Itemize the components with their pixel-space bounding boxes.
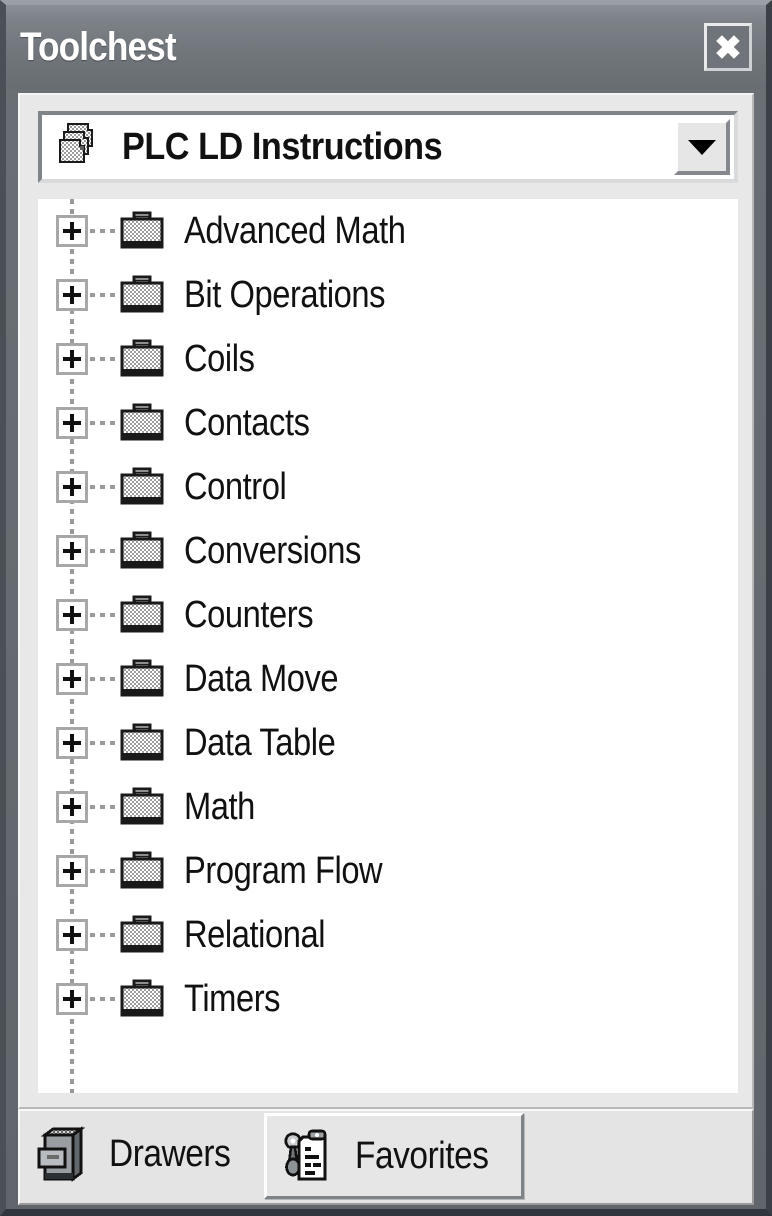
toolbox-icon xyxy=(120,915,164,953)
tab-favorites[interactable]: Favorites xyxy=(263,1113,524,1199)
tree-connector xyxy=(90,741,116,745)
tree-row-label: Data Move xyxy=(184,657,339,700)
tree-row-label: Program Flow xyxy=(184,849,383,892)
tree-row-label: Conversions xyxy=(184,529,361,572)
expand-toggle[interactable] xyxy=(56,663,88,695)
tree-row-label: Coils xyxy=(184,337,255,380)
toolchest-window: Toolchest ✖ PLC LD Instructions Advanced… xyxy=(0,0,772,1216)
expand-toggle[interactable] xyxy=(56,535,88,567)
expand-toggle[interactable] xyxy=(56,983,88,1015)
toolbox-icon xyxy=(120,595,164,633)
toolbox-icon xyxy=(120,787,164,825)
tree-connector xyxy=(90,869,116,873)
tree-connector xyxy=(90,421,116,425)
content-panel: PLC LD Instructions Advanced Math Bit Op… xyxy=(18,93,754,1109)
tree-connector xyxy=(90,677,116,681)
tab-drawers[interactable]: Drawers xyxy=(20,1111,264,1197)
title-bar: Toolchest ✖ xyxy=(6,5,766,89)
expand-toggle[interactable] xyxy=(56,215,88,247)
expand-toggle[interactable] xyxy=(56,919,88,951)
tree-row[interactable]: Program Flow xyxy=(38,839,738,903)
chevron-down-icon xyxy=(688,139,716,155)
tab-favorites-label: Favorites xyxy=(354,1134,489,1177)
tree-connector xyxy=(90,997,116,1001)
toolbox-icon xyxy=(120,339,164,377)
tree-row-label: Control xyxy=(184,465,287,508)
tree-row-label: Relational xyxy=(184,913,326,956)
tree-row-label: Timers xyxy=(184,977,281,1020)
tab-bar: Drawers Favorites xyxy=(18,1109,754,1205)
tree-row[interactable]: Coils xyxy=(38,327,738,391)
tree-row[interactable]: Data Move xyxy=(38,647,738,711)
expand-toggle[interactable] xyxy=(56,343,88,375)
file-cabinet-icon xyxy=(37,1126,86,1182)
drawer-select[interactable]: PLC LD Instructions xyxy=(38,111,738,183)
toolbox-icon xyxy=(120,211,164,249)
tree-row[interactable]: Relational xyxy=(38,903,738,967)
tree-connector xyxy=(90,357,116,361)
tree-row-label: Data Table xyxy=(184,721,336,764)
expand-toggle[interactable] xyxy=(56,279,88,311)
tree-row-label: Counters xyxy=(184,593,314,636)
clipboard-tools-icon xyxy=(284,1129,327,1181)
tree-row[interactable]: Counters xyxy=(38,583,738,647)
toolbox-icon xyxy=(120,467,164,505)
tree-row[interactable]: Math xyxy=(38,775,738,839)
tree-row-label: Advanced Math xyxy=(184,209,406,252)
expand-toggle[interactable] xyxy=(56,471,88,503)
tree-row[interactable]: Control xyxy=(38,455,738,519)
close-button[interactable]: ✖ xyxy=(704,23,752,71)
drawer-stack-icon xyxy=(59,123,93,163)
drawer-tree[interactable]: Advanced Math Bit Operations Coils Conta… xyxy=(38,199,738,1093)
toolbox-icon xyxy=(120,979,164,1017)
tab-drawers-label: Drawers xyxy=(109,1132,231,1175)
tree-row[interactable]: Contacts xyxy=(38,391,738,455)
tree-connector xyxy=(90,549,116,553)
tree-row-label: Math xyxy=(184,785,255,828)
toolbox-icon xyxy=(120,851,164,889)
toolbox-icon xyxy=(120,275,164,313)
close-icon: ✖ xyxy=(714,28,742,66)
tree-connector xyxy=(90,229,116,233)
expand-toggle[interactable] xyxy=(56,407,88,439)
expand-toggle[interactable] xyxy=(56,599,88,631)
expand-toggle[interactable] xyxy=(56,791,88,823)
toolbox-icon xyxy=(120,531,164,569)
tree-row[interactable]: Bit Operations xyxy=(38,263,738,327)
drawer-select-arrow-button[interactable] xyxy=(674,119,730,175)
tree-connector xyxy=(90,805,116,809)
page-title: Toolchest xyxy=(20,24,177,69)
tree-row[interactable]: Advanced Math xyxy=(38,199,738,263)
tree-row[interactable]: Data Table xyxy=(38,711,738,775)
tree-connector xyxy=(90,485,116,489)
tree-connector xyxy=(90,933,116,937)
tree-row[interactable]: Timers xyxy=(38,967,738,1031)
expand-toggle[interactable] xyxy=(56,855,88,887)
tree-row-label: Contacts xyxy=(184,401,310,444)
expand-toggle[interactable] xyxy=(56,727,88,759)
tree-connector xyxy=(90,293,116,297)
tree-row-label: Bit Operations xyxy=(184,273,386,316)
drawer-select-value: PLC LD Instructions xyxy=(122,125,443,168)
toolbox-icon xyxy=(120,659,164,697)
toolbox-icon xyxy=(120,403,164,441)
toolbox-icon xyxy=(120,723,164,761)
tree-row[interactable]: Conversions xyxy=(38,519,738,583)
tree-connector xyxy=(90,613,116,617)
